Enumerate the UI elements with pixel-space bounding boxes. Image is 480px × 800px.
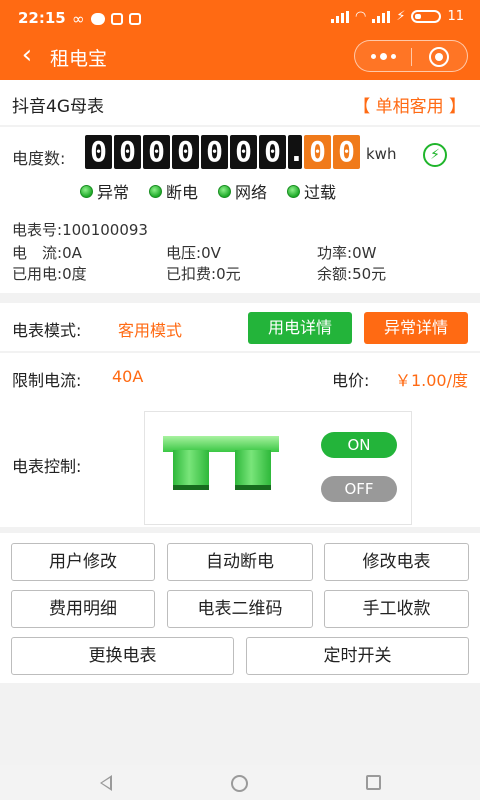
charging-icon: ⚡ xyxy=(396,9,406,24)
abnormal-detail-button[interactable]: 异常详情 xyxy=(364,312,468,344)
infinity-icon: ∞ xyxy=(72,10,85,28)
deducted-field: 已扣费:0元 xyxy=(166,265,241,283)
bag-icon xyxy=(128,13,141,25)
back-triangle-icon[interactable] xyxy=(100,775,112,791)
digit: 0 xyxy=(172,135,199,169)
action-grid: 用户修改 自动断电 修改电表 费用明细 电表二维码 手工收款 更换电表 定时开关 xyxy=(0,533,480,683)
green-dot-icon xyxy=(218,184,232,198)
voltage-field: 电压:0V xyxy=(166,244,221,262)
control-label: 电表控制: xyxy=(12,457,82,476)
reading-unit: kwh xyxy=(366,145,397,163)
price-value: ￥1.00/度 xyxy=(394,371,468,390)
chat-bubble-icon xyxy=(90,13,105,25)
meter-header: 抖音4G母表 【 单相客用 】 xyxy=(0,80,480,125)
green-dot-icon xyxy=(287,184,301,198)
decimal-point: . xyxy=(288,135,305,169)
digit: 0 xyxy=(143,135,170,169)
replace-meter-button[interactable]: 更换电表 xyxy=(11,637,234,675)
limit-label: 限制电流: xyxy=(12,371,82,390)
meter-card: 电度数: 0 0 0 0 0 0 0 . 0 0 kwh ⚡ 异常 断电 网络 … xyxy=(0,127,480,293)
digit: 0 xyxy=(230,135,257,169)
signal-icon-2 xyxy=(372,10,391,23)
meter-type: 【 单相客用 】 xyxy=(353,97,466,117)
power-off-button[interactable]: OFF xyxy=(321,476,397,502)
user-edit-button[interactable]: 用户修改 xyxy=(11,543,155,581)
control-panel: ON OFF xyxy=(144,411,412,525)
system-nav-bar xyxy=(0,765,480,800)
manual-payment-button[interactable]: 手工收款 xyxy=(324,590,469,628)
signal-icon xyxy=(330,10,349,23)
mode-label: 电表模式: xyxy=(12,321,82,340)
wifi-icon: ◠ xyxy=(354,9,367,24)
nav-bar: ‹ 租电宝 xyxy=(0,34,480,80)
battery-icon xyxy=(411,10,442,23)
indicator-overload: 过载 xyxy=(287,179,336,203)
digit: 0 xyxy=(259,135,286,169)
status-indicators: 异常 断电 网络 过载 xyxy=(80,179,336,203)
back-arrow-icon[interactable]: ‹ xyxy=(12,40,42,70)
meter-qrcode-button[interactable]: 电表二维码 xyxy=(167,590,313,628)
meter-mode-row: 电表模式: 客用模式 用电详情 异常详情 xyxy=(0,303,480,351)
decimal-digit: 0 xyxy=(304,135,331,169)
limit-value: 40A xyxy=(112,367,144,386)
indicator-abnormal: 异常 xyxy=(80,179,129,203)
meter-control-row: 电表控制: ON OFF xyxy=(0,401,480,527)
app-icon xyxy=(110,13,123,25)
reading-digits: 0 0 0 0 0 0 0 . 0 0 xyxy=(85,135,362,169)
green-dot-icon xyxy=(149,184,163,198)
current-field: 电 流:0A xyxy=(12,244,82,262)
target-icon[interactable] xyxy=(429,47,449,67)
page-title: 租电宝 xyxy=(50,48,108,70)
usage-detail-button[interactable]: 用电详情 xyxy=(248,312,352,344)
used-field: 已用电:0度 xyxy=(12,265,87,283)
meter-id: 100100093 xyxy=(62,221,148,239)
digit: 0 xyxy=(85,135,112,169)
digit: 0 xyxy=(114,135,141,169)
status-bar: 22:15 ∞ ◠ ⚡ 11 xyxy=(0,0,480,34)
battery-level: 11 xyxy=(447,9,464,24)
meter-id-row: 电表号:100100093 xyxy=(12,221,148,239)
indicator-network: 网络 xyxy=(218,179,267,203)
indicator-power-off: 断电 xyxy=(149,179,198,203)
status-time: 22:15 xyxy=(18,9,66,27)
auto-cutoff-button[interactable]: 自动断电 xyxy=(167,543,313,581)
lightning-icon[interactable]: ⚡ xyxy=(423,143,447,167)
fee-detail-button[interactable]: 费用明细 xyxy=(11,590,155,628)
recent-apps-icon[interactable] xyxy=(366,775,381,790)
breaker-switch-icon xyxy=(163,436,279,498)
balance-field: 余额:50元 xyxy=(317,265,387,283)
mode-value: 客用模式 xyxy=(118,321,183,340)
more-dots-icon[interactable] xyxy=(371,53,396,60)
mini-program-capsule xyxy=(354,40,468,72)
edit-meter-button[interactable]: 修改电表 xyxy=(324,543,469,581)
power-field: 功率:0W xyxy=(317,244,377,262)
price-label: 电价: xyxy=(332,371,370,390)
meter-name: 抖音4G母表 xyxy=(12,97,104,117)
timer-switch-button[interactable]: 定时开关 xyxy=(246,637,469,675)
power-on-button[interactable]: ON xyxy=(321,432,397,458)
decimal-digit: 0 xyxy=(333,135,360,169)
digit: 0 xyxy=(201,135,228,169)
green-dot-icon xyxy=(80,184,93,198)
home-circle-icon[interactable] xyxy=(231,775,248,792)
limit-row: 限制电流: 40A 电价: ￥1.00/度 xyxy=(0,353,480,401)
reading-label: 电度数: xyxy=(12,149,66,168)
